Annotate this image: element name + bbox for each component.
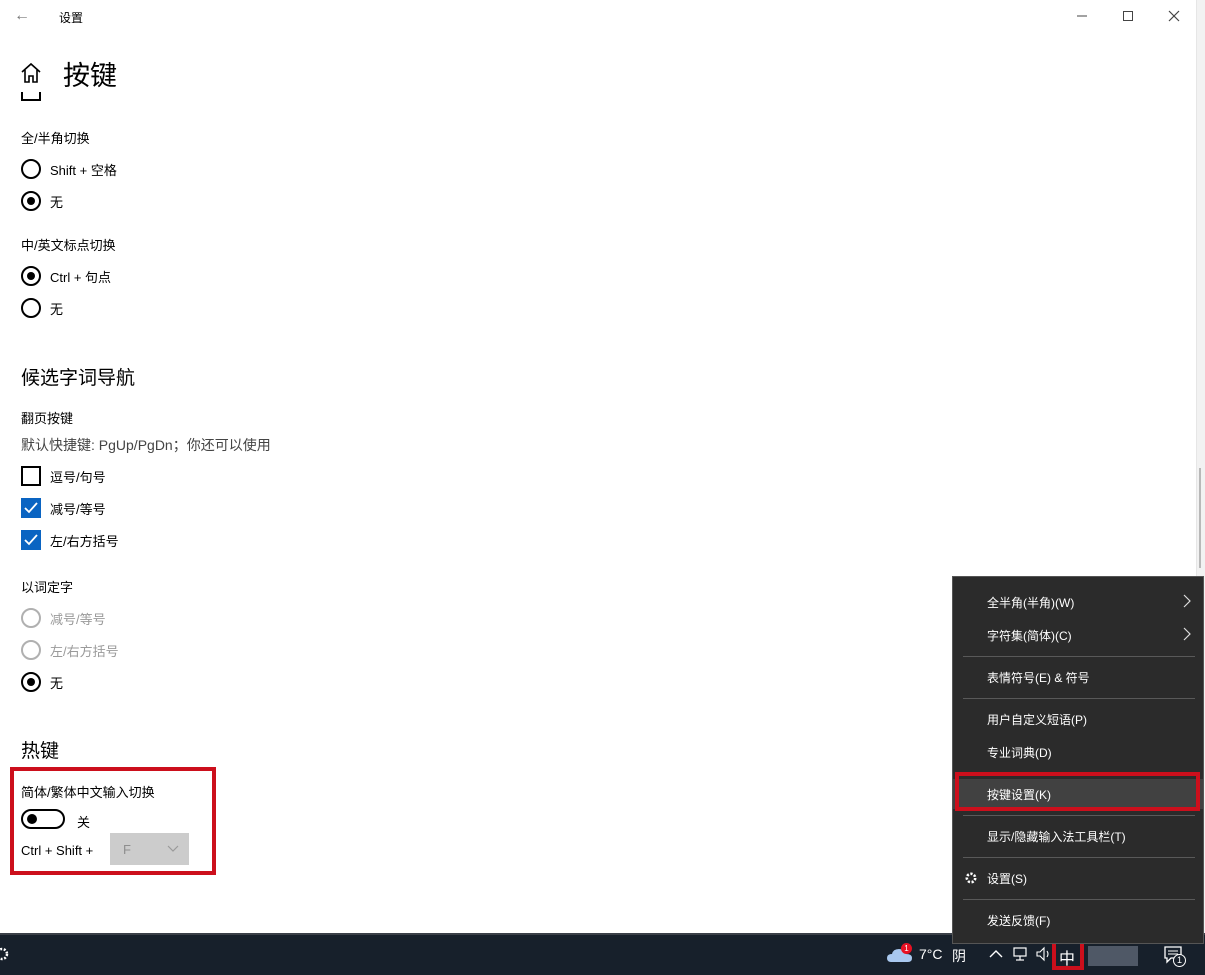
option-label: 左/右方括号	[50, 643, 119, 659]
menu-item-user-phrases[interactable]: 用户自定义短语(P)	[953, 704, 1203, 734]
checkmark-icon	[24, 502, 38, 514]
checkbox-box	[21, 530, 41, 550]
option-label: 无	[50, 301, 64, 317]
checkbox-box	[21, 466, 41, 486]
volume-icon[interactable]	[1036, 946, 1052, 962]
scrollbar-thumb[interactable]	[1199, 468, 1201, 568]
close-button[interactable]	[1154, 4, 1194, 28]
page-title: 按键	[63, 61, 117, 91]
minimize-icon	[1077, 15, 1087, 17]
option-label: 左/右方括号	[50, 533, 119, 549]
option-label: Shift + 空格	[50, 162, 117, 178]
maximize-button[interactable]	[1108, 4, 1148, 28]
weather-condition[interactable]: 阴	[952, 946, 966, 966]
app-title: 设置	[59, 11, 84, 25]
chevron-right-icon	[1183, 594, 1191, 608]
radio-ctrl-period[interactable]: Ctrl + 句点	[21, 266, 111, 286]
menu-item-toolbar[interactable]: 显示/隐藏输入法工具栏(T)	[953, 821, 1203, 851]
menu-separator	[963, 857, 1195, 858]
weather-badge: 1	[901, 943, 912, 954]
home-icon[interactable]	[20, 62, 42, 84]
chevron-up-icon[interactable]	[989, 948, 1003, 960]
radio-full-half-none[interactable]: 无	[21, 191, 63, 211]
back-arrow-icon[interactable]: ←	[12, 6, 32, 26]
full-half-label: 全/半角切换	[21, 131, 90, 146]
menu-separator	[963, 698, 1195, 699]
gear-icon	[965, 872, 977, 884]
notification-count: 1	[1173, 954, 1186, 967]
option-label: Ctrl + 句点	[50, 269, 112, 285]
candidate-nav-heading: 候选字词导航	[21, 368, 136, 389]
radio-circle	[21, 640, 41, 660]
gear-icon[interactable]	[0, 945, 10, 963]
checkbox-comma-period[interactable]: 逗号/句号	[21, 466, 106, 486]
option-label: 减号/等号	[50, 501, 106, 517]
menu-item-dictionary[interactable]: 专业词典(D)	[953, 737, 1203, 767]
radio-word-none[interactable]: 无	[21, 672, 63, 692]
hotkey-highlight-box	[10, 767, 216, 875]
menu-separator	[963, 656, 1195, 657]
menu-item-feedback[interactable]: 发送反馈(F)	[953, 905, 1203, 935]
menu-item-label: 专业词典(D)	[987, 745, 1052, 760]
chevron-right-icon	[1183, 627, 1191, 641]
radio-circle	[21, 608, 41, 628]
clipped-control	[21, 92, 41, 101]
blurred-clock	[1088, 946, 1138, 966]
menu-item-label: 全半角(半角)(W)	[987, 595, 1075, 610]
radio-circle	[21, 266, 41, 286]
ime-context-menu: 全半角(半角)(W) 字符集(简体)(C) 表情符号(E) & 符号 用户自定义…	[952, 576, 1204, 944]
option-label: 无	[50, 675, 64, 691]
select-by-word-label: 以词定字	[21, 580, 74, 595]
menu-item-label: 用户自定义短语(P)	[987, 712, 1087, 727]
radio-punct-none[interactable]: 无	[21, 298, 63, 318]
network-icon[interactable]	[1013, 946, 1031, 962]
checkbox-box	[21, 498, 41, 518]
radio-circle	[21, 298, 41, 318]
menu-item-label: 表情符号(E) & 符号	[987, 670, 1090, 685]
weather-temperature[interactable]: 7°C	[919, 946, 943, 962]
punct-label: 中/英文标点切换	[21, 238, 116, 253]
close-icon	[1168, 10, 1180, 22]
checkbox-minus-equal[interactable]: 减号/等号	[21, 498, 106, 518]
menu-item-emoji[interactable]: 表情符号(E) & 符号	[953, 662, 1203, 692]
menu-item-label: 显示/隐藏输入法工具栏(T)	[987, 829, 1126, 844]
checkbox-brackets[interactable]: 左/右方括号	[21, 530, 119, 550]
radio-circle	[21, 672, 41, 692]
option-label: 无	[50, 194, 64, 210]
page-keys-hint: 默认快捷键: PgUp/PgDn；你还可以使用	[21, 437, 271, 453]
checkmark-icon	[24, 534, 38, 546]
page-keys-label: 翻页按键	[21, 411, 74, 426]
radio-word-minus-equal: 减号/等号	[21, 608, 106, 628]
hotkeys-heading: 热键	[21, 741, 60, 762]
menu-item-charset[interactable]: 字符集(简体)(C)	[953, 620, 1203, 650]
menu-separator	[963, 815, 1195, 816]
menu-item-label: 设置(S)	[987, 871, 1027, 886]
radio-circle	[21, 159, 41, 179]
menu-separator	[963, 899, 1195, 900]
menu-item-label: 字符集(简体)(C)	[987, 628, 1072, 643]
maximize-icon	[1123, 11, 1133, 21]
radio-shift-space[interactable]: Shift + 空格	[21, 159, 117, 179]
menu-item-label: 发送反馈(F)	[987, 913, 1051, 928]
option-label: 减号/等号	[50, 611, 106, 627]
menu-highlight-box	[955, 772, 1200, 811]
menu-item-settings[interactable]: 设置(S)	[953, 863, 1203, 893]
menu-item-full-half[interactable]: 全半角(半角)(W)	[953, 587, 1203, 617]
radio-word-brackets: 左/右方括号	[21, 640, 119, 660]
option-label: 逗号/句号	[50, 469, 106, 485]
radio-circle	[21, 191, 41, 211]
minimize-button[interactable]	[1062, 4, 1102, 28]
